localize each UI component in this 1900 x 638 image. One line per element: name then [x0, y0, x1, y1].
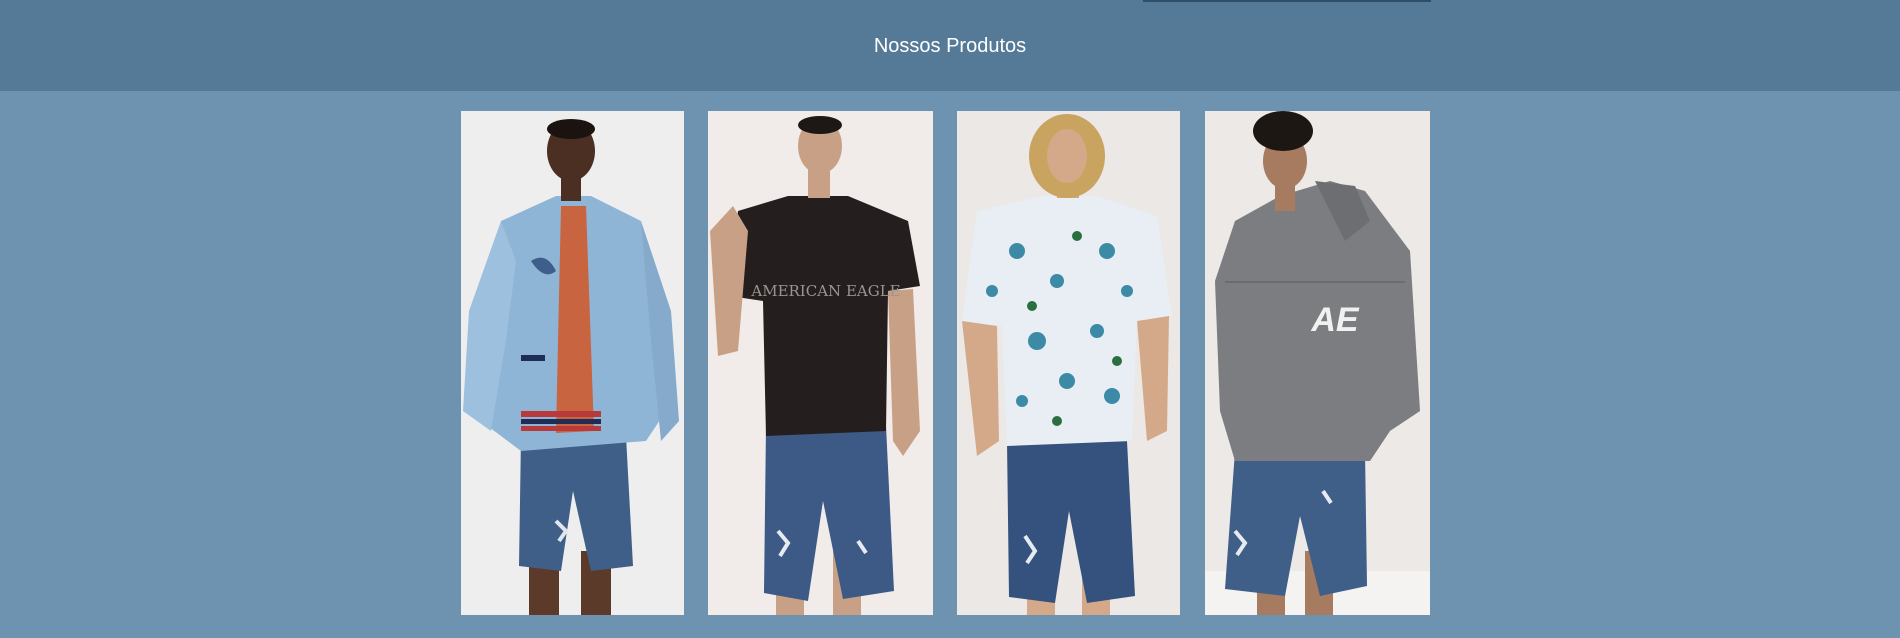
product-image-bomber-jacket — [461, 111, 684, 615]
hoodie-logo-text: AE — [1310, 301, 1360, 339]
product-card-3[interactable] — [957, 111, 1180, 615]
product-image-grey-hoodie: AE — [1205, 111, 1430, 615]
products-gallery: AMERICAN EAGLE AE — [0, 111, 1900, 615]
header-bar: Nossos Produtos — [0, 0, 1900, 91]
product-card-2[interactable]: AMERICAN EAGLE — [708, 111, 933, 615]
product-card-4[interactable]: AE — [1205, 111, 1430, 615]
shirt-print-text: AMERICAN EAGLE — [750, 282, 900, 300]
product-image-black-tee: AMERICAN EAGLE — [708, 111, 933, 615]
header-accent-line — [1143, 0, 1431, 2]
product-image-printed-shirt — [957, 111, 1180, 615]
page-title: Nossos Produtos — [873, 35, 1027, 57]
product-card-1[interactable] — [461, 111, 684, 615]
